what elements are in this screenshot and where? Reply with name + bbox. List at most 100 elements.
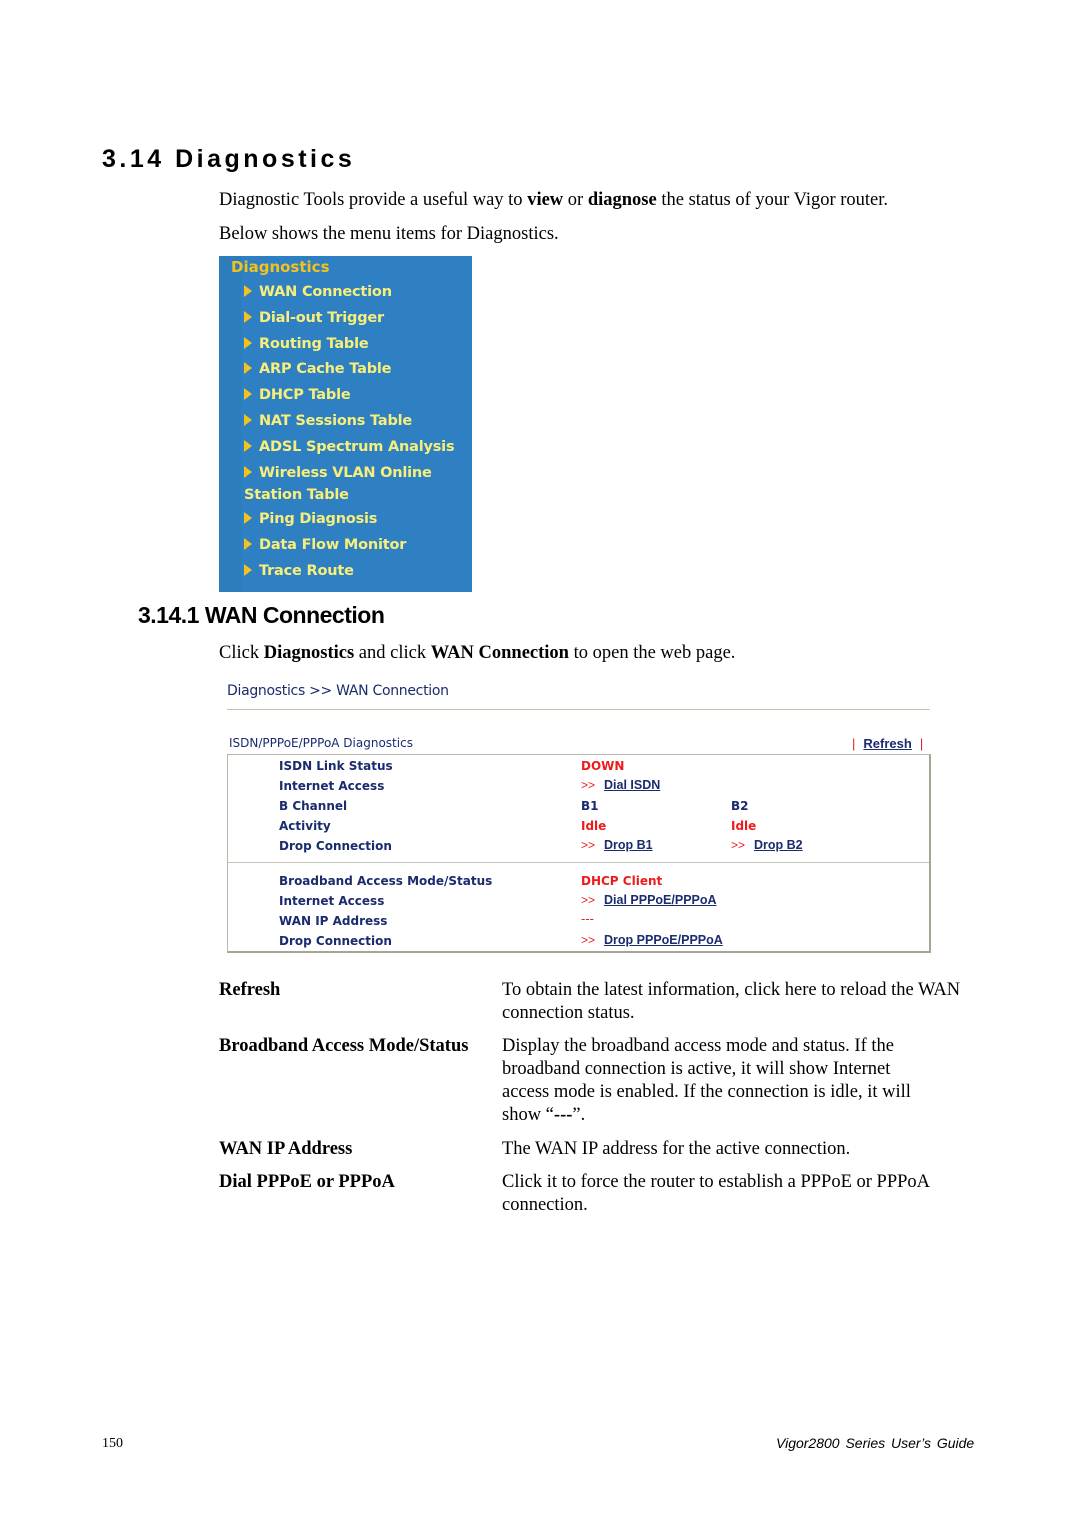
- dial-pppoe-link[interactable]: Dial PPPoE/PPPoA: [604, 893, 717, 907]
- guide-title: Vigor2800 Series User’s Guide: [776, 1435, 975, 1451]
- menu-item-label: ARP Cache Table: [259, 361, 392, 377]
- intro-text: or: [563, 190, 588, 210]
- drop-b2-link[interactable]: Drop B2: [754, 838, 803, 852]
- intro-bold-diagnose: diagnose: [587, 190, 657, 210]
- drop-b2-row: >> Drop B2: [731, 838, 803, 852]
- dial-pppoe-row: >> Dial PPPoE/PPPoA: [581, 893, 717, 907]
- intro-bold-view: view: [527, 190, 564, 210]
- menu-item-label: Routing Table: [259, 336, 369, 352]
- triangle-right-icon: [244, 337, 252, 349]
- section-title: 3.14 Diagnostics: [102, 145, 356, 173]
- separator: |: [919, 736, 924, 751]
- menu-item-label: NAT Sessions Table: [259, 413, 413, 429]
- definition-desc: The WAN IP address for the active connec…: [502, 1139, 851, 1159]
- menu-item-routing-table[interactable]: Routing Table: [244, 336, 369, 352]
- table-caption: ISDN/PPPoE/PPPoA Diagnostics: [229, 736, 413, 750]
- refresh-control: | Refresh |: [852, 736, 923, 751]
- menu-item-dial-out-trigger[interactable]: Dial-out Trigger: [244, 310, 384, 326]
- triangle-right-icon: [244, 388, 252, 400]
- menu-item-label: Trace Route: [259, 563, 354, 579]
- menu-item-label: Wireless VLAN Online: [259, 465, 432, 481]
- menu-stripe: [219, 256, 241, 592]
- breadcrumb: Diagnostics >> WAN Connection: [227, 683, 449, 699]
- instruction-text: and click: [354, 643, 431, 663]
- broadband-mode-label: Broadband Access Mode/Status: [279, 874, 493, 888]
- intro-text: Diagnostic Tools provide a useful way to: [219, 190, 528, 210]
- drop-pppoe-link[interactable]: Drop PPPoE/PPPoA: [604, 933, 723, 947]
- triangle-right-icon: [244, 311, 252, 323]
- instruction-text: Click: [219, 643, 264, 663]
- page-number: 150: [102, 1436, 123, 1451]
- definition-term: Dial PPPoE or PPPoA: [219, 1172, 395, 1192]
- menu-title[interactable]: Diagnostics: [231, 258, 330, 276]
- menu-item-label: WAN Connection: [259, 284, 392, 300]
- drop-b1-link[interactable]: Drop B1: [604, 838, 653, 852]
- menu-item-trace-route[interactable]: Trace Route: [244, 563, 354, 579]
- breadcrumb-divider: [227, 709, 930, 710]
- double-arrow-icon: >>: [581, 778, 596, 792]
- double-arrow-icon: >>: [581, 933, 596, 947]
- subsection-title: 3.14.1 WAN Connection: [138, 602, 385, 628]
- menu-item-wan-connection[interactable]: WAN Connection: [244, 284, 392, 300]
- triangle-right-icon: [244, 512, 252, 524]
- definition-desc: Click it to force the router to establis…: [502, 1172, 930, 1215]
- definition-term: Broadband Access Mode/Status: [219, 1036, 469, 1056]
- menu-item-nat-sessions-table[interactable]: NAT Sessions Table: [244, 413, 412, 429]
- triangle-right-icon: [244, 564, 252, 576]
- b-channel-b2: B2: [731, 799, 749, 813]
- wan-ip-label: WAN IP Address: [279, 914, 388, 928]
- drop-pppoe-row: >> Drop PPPoE/PPPoA: [581, 933, 723, 947]
- activity-label: Activity: [279, 819, 331, 833]
- dial-isdn-row: >> Dial ISDN: [581, 778, 660, 792]
- definition-term: Refresh: [219, 980, 281, 1000]
- menu-item-ping-diagnosis[interactable]: Ping Diagnosis: [244, 511, 377, 527]
- intro-paragraph-2: Below shows the menu items for Diagnosti…: [219, 224, 559, 244]
- definition-desc: To obtain the latest information, click …: [502, 980, 961, 1023]
- double-arrow-icon: >>: [581, 838, 596, 852]
- menu-item-label: ADSL Spectrum Analysis: [259, 439, 455, 455]
- instruction-bold-diagnostics: Diagnostics: [263, 643, 355, 663]
- b-channel-b1: B1: [581, 799, 599, 813]
- broadband-drop-connection-label: Drop Connection: [279, 934, 392, 948]
- triangle-right-icon: [244, 362, 252, 374]
- definition-term: WAN IP Address: [219, 1139, 353, 1159]
- isdn-drop-connection-label: Drop Connection: [279, 839, 392, 853]
- instruction-text: to open the web page.: [568, 643, 736, 663]
- definition-text: ”.: [572, 1105, 586, 1125]
- menu-item-wireless-vlan-online[interactable]: Wireless VLAN Online: [244, 465, 432, 481]
- double-arrow-icon: >>: [731, 838, 746, 852]
- activity-b1: Idle: [581, 819, 607, 833]
- refresh-link[interactable]: Refresh: [863, 736, 911, 751]
- instruction-bold-wan-connection: WAN Connection: [430, 643, 569, 663]
- menu-item-label: Data Flow Monitor: [259, 537, 407, 553]
- double-arrow-icon: >>: [581, 893, 596, 907]
- intro-paragraph: Diagnostic Tools provide a useful way to…: [219, 189, 888, 211]
- b-channel-label: B Channel: [279, 799, 348, 813]
- intro-text: the status of your Vigor router.: [656, 190, 889, 210]
- menu-item-dhcp-table[interactable]: DHCP Table: [244, 387, 351, 403]
- menu-item-arp-cache-table[interactable]: ARP Cache Table: [244, 361, 391, 377]
- activity-b2: Idle: [731, 819, 757, 833]
- triangle-right-icon: [244, 414, 252, 426]
- menu-item-adsl-spectrum-analysis[interactable]: ADSL Spectrum Analysis: [244, 439, 455, 455]
- separator: |: [852, 736, 856, 751]
- broadband-mode-value: DHCP Client: [581, 874, 663, 888]
- dial-isdn-link[interactable]: Dial ISDN: [604, 778, 660, 792]
- broadband-internet-access-label: Internet Access: [279, 894, 385, 908]
- triangle-right-icon: [244, 440, 252, 452]
- wan-ip-value: ---: [581, 912, 594, 926]
- menu-item-continuation[interactable]: Station Table: [244, 487, 349, 503]
- triangle-right-icon: [244, 466, 252, 478]
- instruction-paragraph: Click Diagnostics and click WAN Connecti…: [219, 642, 735, 664]
- isdn-internet-access-label: Internet Access: [279, 779, 385, 793]
- triangle-right-icon: [244, 538, 252, 550]
- isdn-link-status-label: ISDN Link Status: [279, 759, 393, 773]
- diagnostics-menu: Diagnostics WAN Connection Dial-out Trig…: [219, 256, 472, 592]
- isdn-link-status-value: DOWN: [581, 759, 625, 773]
- menu-item-label: Dial-out Trigger: [259, 310, 385, 326]
- menu-item-label: DHCP Table: [259, 387, 351, 403]
- menu-item-label: Ping Diagnosis: [259, 511, 378, 527]
- menu-item-data-flow-monitor[interactable]: Data Flow Monitor: [244, 537, 406, 553]
- drop-b1-row: >> Drop B1: [581, 838, 653, 852]
- triangle-right-icon: [244, 285, 252, 297]
